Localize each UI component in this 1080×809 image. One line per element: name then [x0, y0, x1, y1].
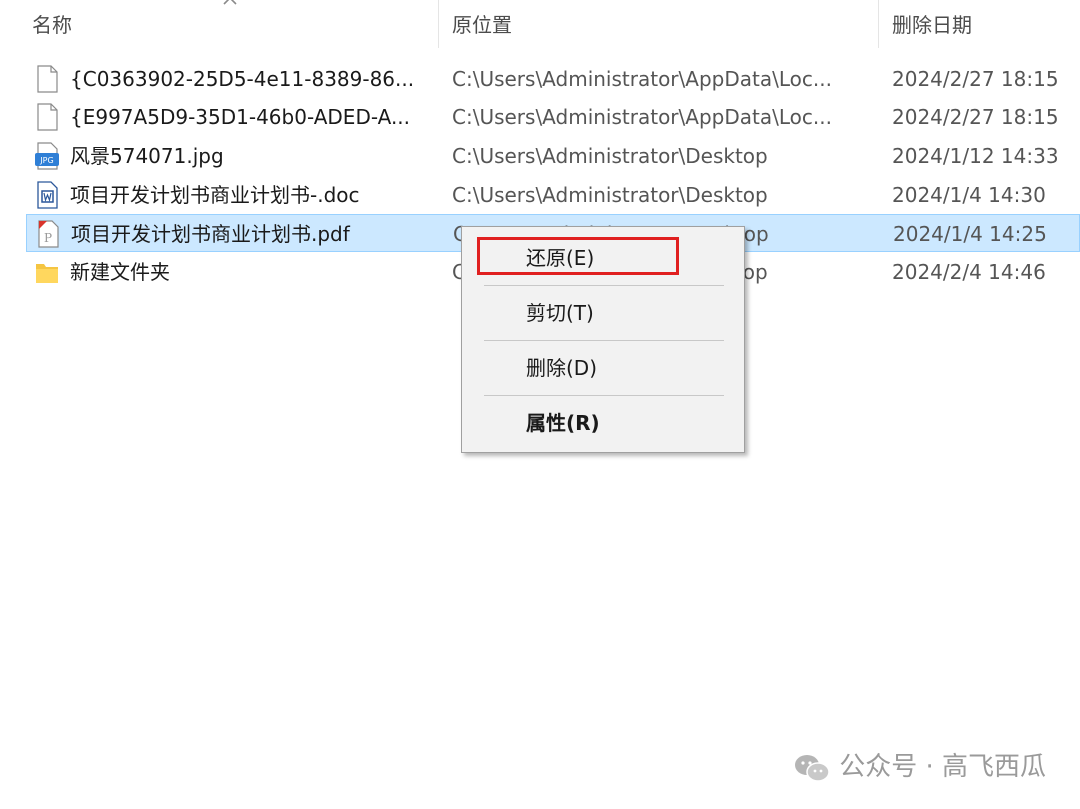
- menu-item-properties[interactable]: 属性(R): [462, 404, 744, 442]
- file-name: {C0363902-25D5-4e11-8389-86...: [70, 67, 415, 91]
- pdf-file-icon: P: [38, 220, 59, 248]
- file-row[interactable]: JPG 风景574071.jpg C:\Users\Administrator\…: [26, 137, 1080, 175]
- menu-separator: [484, 340, 724, 341]
- file-deleted-date: 2024/1/4 14:25: [893, 222, 1047, 246]
- file-location: C:\Users\Administrator\AppData\Loc...: [452, 105, 832, 129]
- menu-item-delete[interactable]: 删除(D): [462, 349, 744, 387]
- file-name: 风景574071.jpg: [70, 144, 224, 168]
- menu-item-cut[interactable]: 剪切(T): [462, 294, 744, 332]
- menu-item-label: 剪切(T): [526, 301, 594, 325]
- blank-file-icon: [37, 103, 58, 131]
- column-header-location[interactable]: 原位置: [452, 0, 512, 48]
- blank-file-icon: [37, 65, 58, 93]
- menu-separator: [484, 395, 724, 396]
- file-row[interactable]: {E997A5D9-35D1-46b0-ADED-A... C:\Users\A…: [26, 98, 1080, 136]
- watermark: 公众号 · 高飞西瓜: [793, 747, 1046, 787]
- annotation-highlight-box: [477, 237, 679, 275]
- file-location: C:\Users\Administrator\AppData\Loc...: [452, 67, 832, 91]
- column-header-bar: 名称 原位置 删除日期: [0, 0, 1080, 48]
- file-name: {E997A5D9-35D1-46b0-ADED-A...: [70, 105, 411, 129]
- column-header-name[interactable]: 名称: [32, 0, 72, 48]
- file-deleted-date: 2024/1/4 14:30: [892, 183, 1046, 207]
- file-name: 新建文件夹: [70, 260, 170, 284]
- file-location: C:\Users\Administrator\Desktop: [452, 144, 768, 168]
- svg-text:P: P: [44, 231, 52, 245]
- file-row[interactable]: 项目开发计划书商业计划书-.doc C:\Users\Administrator…: [26, 176, 1080, 214]
- doc-file-icon: [37, 181, 58, 209]
- file-name: 项目开发计划书商业计划书.pdf: [71, 222, 350, 246]
- column-divider[interactable]: [878, 0, 879, 48]
- file-row[interactable]: {C0363902-25D5-4e11-8389-86... C:\Users\…: [26, 60, 1080, 98]
- jpg-file-icon: JPG: [35, 142, 59, 170]
- menu-item-label: 属性(R): [526, 411, 600, 435]
- file-deleted-date: 2024/1/12 14:33: [892, 144, 1059, 168]
- column-header-deleted-date[interactable]: 删除日期: [892, 0, 972, 48]
- file-deleted-date: 2024/2/27 18:15: [892, 67, 1059, 91]
- file-deleted-date: 2024/2/27 18:15: [892, 105, 1059, 129]
- wechat-icon: [795, 754, 830, 782]
- file-deleted-date: 2024/2/4 14:46: [892, 260, 1046, 284]
- sort-ascending-icon: [223, 0, 237, 5]
- file-name: 项目开发计划书商业计划书-.doc: [70, 183, 360, 207]
- column-divider[interactable]: [438, 0, 439, 48]
- watermark-text: 公众号 · 高飞西瓜: [839, 752, 1046, 782]
- folder-icon: [36, 264, 58, 283]
- menu-item-label: 删除(D): [526, 356, 598, 380]
- file-location: C:\Users\Administrator\Desktop: [452, 183, 768, 207]
- svg-text:JPG: JPG: [39, 156, 53, 165]
- menu-separator: [484, 285, 724, 286]
